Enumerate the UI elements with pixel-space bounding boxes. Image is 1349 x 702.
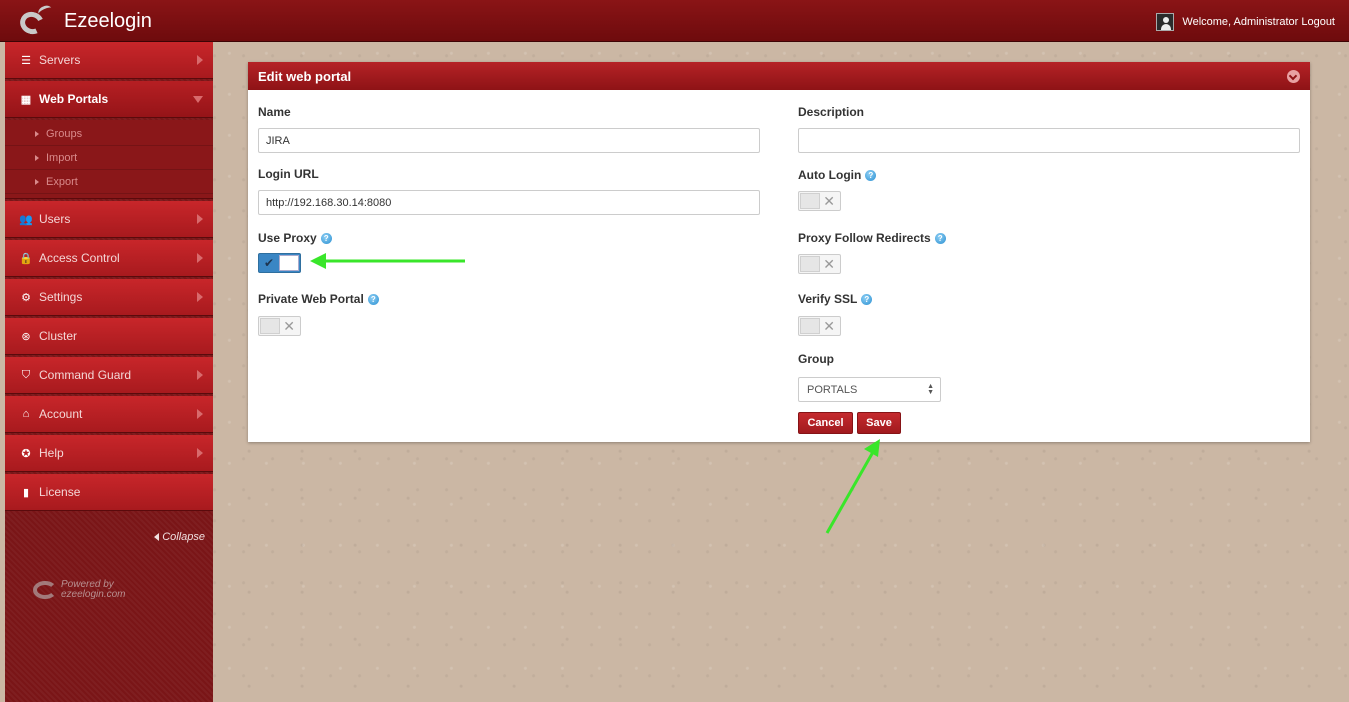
arrow-to-save — [825, 439, 880, 534]
arrow-to-use-proxy — [310, 253, 465, 269]
annotation-arrows — [310, 253, 880, 534]
